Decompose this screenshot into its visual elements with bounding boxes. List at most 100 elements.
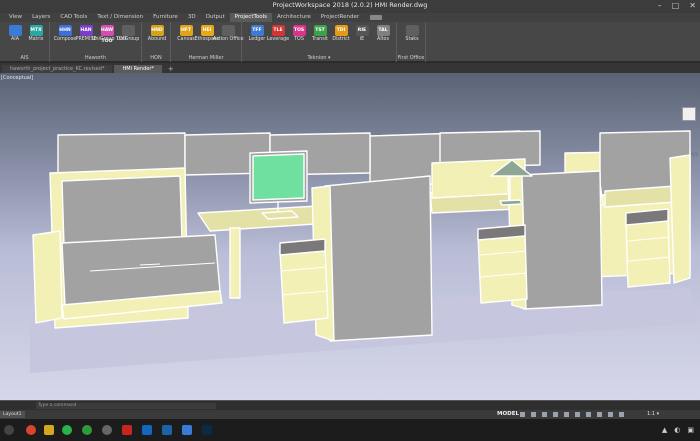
document-tab[interactable]: haworth_project_practice_KC.revised* — [2, 65, 113, 73]
app-icon[interactable] — [162, 425, 172, 435]
transparency-icon[interactable] — [586, 412, 591, 417]
ribbon-tab-text-dimension[interactable]: Text / Dimension — [92, 13, 148, 22]
model-space-button[interactable]: MODEL — [497, 411, 519, 417]
ribbon-button-label: Action Office — [213, 37, 244, 42]
network-icon[interactable]: ▲ — [662, 426, 667, 434]
product-line-icon: HAN — [79, 25, 93, 36]
ribbon-minimize-icon[interactable] — [370, 15, 383, 20]
os-taskbar: ▲ ◐ ▣ — [0, 419, 700, 441]
product-line-icon: HEI — [200, 25, 214, 36]
ribbon-button-altos[interactable]: TAL Altos — [368, 25, 398, 42]
folder-icon[interactable] — [44, 425, 54, 435]
product-line-icon: MTX — [29, 25, 43, 36]
ribbon-group-label: First Office — [397, 55, 425, 61]
polar-icon[interactable] — [553, 412, 558, 417]
product-line-icon: TDI — [334, 25, 348, 36]
system-tray: ▲ ◐ ▣ — [662, 426, 694, 434]
product-line-icon — [405, 25, 419, 36]
ribbon-group-teknion: TFF Ledger TLE Leverage TOS TOS TST Transit TDI D… — [242, 22, 397, 62]
ribbon-button-action-office[interactable]: Action Office — [213, 25, 244, 42]
ortho-icon[interactable] — [542, 412, 547, 417]
outlook-icon[interactable] — [142, 425, 152, 435]
photos-icon[interactable] — [182, 425, 192, 435]
maximize-icon[interactable]: □ — [672, 1, 680, 10]
product-line-icon: TFF — [250, 25, 264, 36]
ribbon-group-haworth: HHN Compose HAN PREMISE HAW TOO UniGroup TOO U… — [50, 22, 142, 62]
ribbon-group-herman-miller: HFT Canvas HEI Ethospace Action Office Herman… — [171, 22, 244, 62]
product-line-icon: HFT — [179, 25, 193, 36]
minimize-icon[interactable]: – — [658, 1, 662, 10]
ribbon-group-first-office: Staks First Office — [397, 22, 426, 62]
ribbon-button-staks[interactable]: Staks — [397, 25, 427, 42]
annotation-scale[interactable]: 1:1 ▾ — [647, 411, 659, 417]
product-line-icon: TAL — [376, 25, 390, 36]
ribbon-group-label: AIS — [20, 55, 29, 61]
ribbon-button-abound[interactable]: HND Abound — [142, 25, 172, 42]
ribbon-tabs: View Layers CAD Tools Text / Dimension Furni… — [0, 13, 700, 22]
product-line-icon: TLE — [271, 25, 285, 36]
product-line-icon: HAW TOO — [100, 25, 114, 44]
ribbon-tab-architecture[interactable]: Architecture — [272, 13, 316, 22]
product-line-icon — [121, 25, 135, 36]
ribbon-tab-furniture[interactable]: Furniture — [148, 13, 183, 22]
ribbon-tab-view[interactable]: View — [4, 13, 27, 22]
snap-icon[interactable] — [531, 412, 536, 417]
photoshop-icon[interactable] — [202, 425, 212, 435]
ribbon-button-unigroup[interactable]: UniGroup — [113, 25, 143, 42]
selection-icon[interactable] — [597, 412, 602, 417]
grid-icon[interactable] — [520, 412, 525, 417]
command-line: Type a command — [0, 400, 700, 410]
ribbon-tab-projectrender[interactable]: ProjectRender — [316, 13, 364, 22]
start-icon[interactable] — [4, 425, 14, 435]
annotation-icon[interactable] — [608, 412, 613, 417]
product-line-icon: HND — [150, 25, 164, 36]
ribbon-tab-output[interactable]: Output — [201, 13, 230, 22]
office-workstation-render — [30, 130, 700, 373]
ribbon-group-label: Haworth — [84, 55, 107, 61]
acrobat-icon[interactable] — [122, 425, 132, 435]
notification-icon[interactable]: ▣ — [687, 426, 694, 434]
ribbon-tab-cad-tools[interactable]: CAD Tools — [55, 13, 92, 22]
ribbon-tab-3d[interactable]: 3D — [183, 13, 201, 22]
lineweight-icon[interactable] — [575, 412, 580, 417]
ribbon-button-label: Abound — [147, 37, 167, 42]
command-input[interactable]: Type a command — [36, 403, 216, 409]
document-tab[interactable]: HMI Render* — [114, 65, 162, 73]
product-line-icon — [221, 25, 235, 36]
ribbon-group-label: Teknion ▾ — [307, 55, 331, 61]
product-line-icon: HHN — [58, 25, 72, 36]
new-tab-plus-icon[interactable]: + — [164, 65, 178, 73]
ribbon-button-matrix[interactable]: MTX Matrix — [21, 25, 51, 42]
product-line-icon: TOS — [292, 25, 306, 36]
status-toggles — [520, 412, 624, 417]
workspace-icon[interactable] — [619, 412, 624, 417]
ribbon-group-ais: AIA MTX Matrix AIS — [0, 22, 50, 62]
ribbon-group-label: Herman Miller — [188, 55, 224, 61]
close-icon[interactable]: ✕ — [689, 1, 696, 10]
ribbon-button-label: Altos — [377, 37, 389, 42]
settings-icon[interactable] — [102, 425, 112, 435]
chrome-icon[interactable] — [26, 425, 36, 435]
product-line-icon: RIE — [355, 25, 369, 36]
drawing-viewport[interactable]: [Conceptual] WCS — [0, 73, 700, 400]
ribbon-tab-layers[interactable]: Layers — [27, 13, 55, 22]
ribbon-button-label: UniGroup — [116, 37, 140, 42]
ribbon-panel: AIA MTX Matrix AIS HHN Compose HAN PREMISE HAW T… — [0, 22, 700, 62]
ribbon-button-label: Staks — [405, 37, 419, 42]
window-title: ProjectWorkspace 2018 (2.0.2) HMI Render… — [272, 1, 428, 9]
layout-tab[interactable]: Layout1 — [0, 411, 25, 418]
ribbon-group-hon: HND Abound HON — [142, 22, 171, 62]
ribbon-group-label: HON — [150, 55, 162, 61]
status-bar: Layout1 MODEL 1:1 ▾ — [0, 410, 700, 419]
document-tabs: haworth_project_practice_KC.revised* HMI … — [0, 63, 700, 73]
greenshot-icon[interactable] — [82, 425, 92, 435]
whatsapp-icon[interactable] — [62, 425, 72, 435]
title-bar: ProjectWorkspace 2018 (2.0.2) HMI Render… — [0, 0, 700, 13]
ribbon-button-label: Matrix — [28, 37, 44, 42]
osnap-icon[interactable] — [564, 412, 569, 417]
product-line-icon — [8, 25, 22, 36]
window-controls: – □ ✕ — [658, 1, 696, 10]
volume-icon[interactable]: ◐ — [674, 426, 680, 434]
product-line-icon: TST — [313, 25, 327, 36]
ribbon-tab-projecttools[interactable]: ProjectTools — [229, 13, 273, 22]
